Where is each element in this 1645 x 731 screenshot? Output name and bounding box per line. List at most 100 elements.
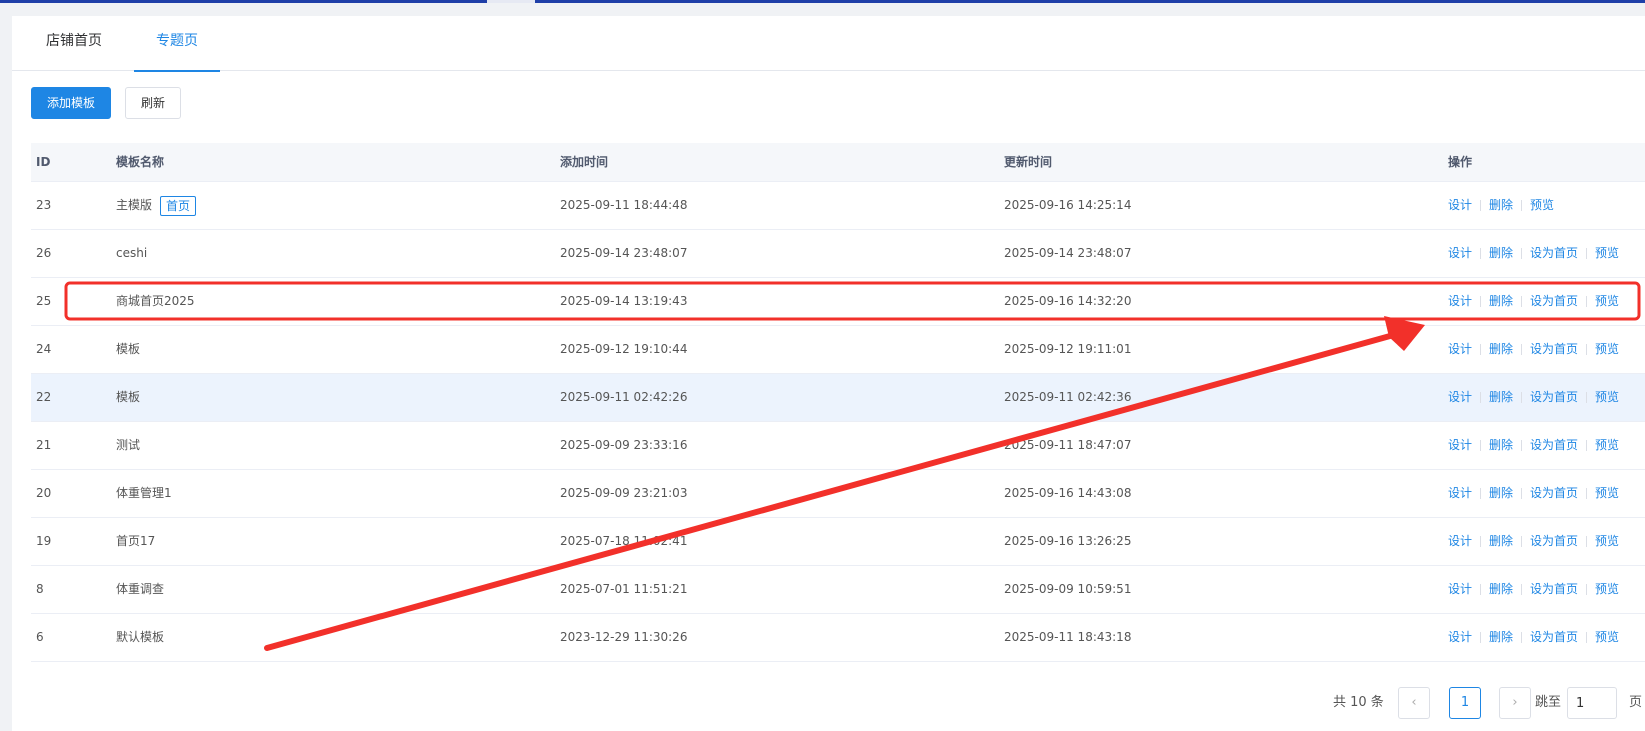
table-row: 6 默认模板 2023-12-29 11:30:26 2025-09-11 18… [31,614,1645,662]
divider [1521,632,1523,643]
design-link[interactable]: 设计 [1448,534,1472,548]
row-name: 体重调查 [116,582,165,596]
divider [1480,200,1482,211]
divider [1480,296,1482,307]
preview-link[interactable]: 预览 [1595,246,1619,260]
delete-link[interactable]: 删除 [1489,294,1513,308]
row-id: 19 [36,534,52,548]
design-link[interactable]: 设计 [1448,390,1472,404]
row-actions: 设计 删除 设为首页 预览 [1448,374,1619,421]
preview-link[interactable]: 预览 [1530,198,1554,212]
divider [1521,248,1523,259]
table-header: ID 模板名称 添加时间 更新时间 操作 [31,143,1645,182]
row-name-text: 主模版 [116,198,153,212]
row-added: 2025-09-12 19:10:44 [560,342,688,356]
divider [1480,632,1482,643]
set-home-link[interactable]: 设为首页 [1530,486,1578,500]
header-updated-time: 更新时间 [1004,155,1053,169]
divider [1480,344,1482,355]
row-id: 6 [36,630,44,644]
pagination: 共 10 条 ‹ 1 › 跳至 页 [12,687,1645,719]
set-home-link[interactable]: 设为首页 [1530,390,1578,404]
set-home-link[interactable]: 设为首页 [1530,246,1578,260]
set-home-link[interactable]: 设为首页 [1530,630,1578,644]
design-link[interactable]: 设计 [1448,246,1472,260]
row-id: 26 [36,246,52,260]
delete-link[interactable]: 删除 [1489,630,1513,644]
preview-link[interactable]: 预览 [1595,294,1619,308]
row-name: ceshi [116,246,148,260]
design-link[interactable]: 设计 [1448,486,1472,500]
row-actions: 设计 删除 设为首页 预览 [1448,326,1619,373]
divider [1480,536,1482,547]
divider [1586,488,1588,499]
divider [1586,392,1588,403]
design-link[interactable]: 设计 [1448,342,1472,356]
row-updated: 2025-09-11 02:42:36 [1004,390,1132,404]
delete-link[interactable]: 删除 [1489,534,1513,548]
add-template-button[interactable]: 添加模板 [31,87,111,119]
row-id: 23 [36,198,52,212]
set-home-link[interactable]: 设为首页 [1530,294,1578,308]
delete-link[interactable]: 删除 [1489,582,1513,596]
row-name: 首页17 [116,534,156,548]
preview-link[interactable]: 预览 [1595,486,1619,500]
preview-link[interactable]: 预览 [1595,630,1619,644]
delete-link[interactable]: 删除 [1489,390,1513,404]
preview-link[interactable]: 预览 [1595,390,1619,404]
delete-link[interactable]: 删除 [1489,438,1513,452]
tab-store-home[interactable]: 店铺首页 [46,16,102,71]
row-added: 2025-09-14 23:48:07 [560,246,688,260]
table-row: 26 ceshi 2025-09-14 23:48:07 2025-09-14 … [31,230,1645,278]
tab-topic-page[interactable]: 专题页 [134,16,220,72]
design-link[interactable]: 设计 [1448,630,1472,644]
row-updated: 2025-09-09 10:59:51 [1004,582,1132,596]
chevron-right-icon: › [1512,695,1518,710]
design-link[interactable]: 设计 [1448,294,1472,308]
table-row: 8 体重调查 2025-07-01 11:51:21 2025-09-09 10… [31,566,1645,614]
divider [1480,440,1482,451]
design-link[interactable]: 设计 [1448,198,1472,212]
preview-link[interactable]: 预览 [1595,438,1619,452]
row-name: 默认模板 [116,630,165,644]
delete-link[interactable]: 删除 [1489,198,1513,212]
row-name: 体重管理1 [116,486,172,500]
header-name: 模板名称 [116,155,165,169]
divider [1480,392,1482,403]
divider [1521,392,1523,403]
page-number-button[interactable]: 1 [1449,687,1481,719]
prev-page-button[interactable]: ‹ [1398,687,1430,719]
row-id: 21 [36,438,52,452]
divider [1480,488,1482,499]
delete-link[interactable]: 删除 [1489,246,1513,260]
row-actions: 设计 删除 预览 [1448,182,1554,229]
divider [1521,584,1523,595]
set-home-link[interactable]: 设为首页 [1530,534,1578,548]
chevron-left-icon: ‹ [1411,695,1417,710]
refresh-button[interactable]: 刷新 [125,87,181,119]
header-added-time: 添加时间 [560,155,609,169]
row-id: 8 [36,582,44,596]
preview-link[interactable]: 预览 [1595,342,1619,356]
preview-link[interactable]: 预览 [1595,582,1619,596]
delete-link[interactable]: 删除 [1489,342,1513,356]
set-home-link[interactable]: 设为首页 [1530,342,1578,356]
divider [1521,200,1523,211]
next-page-button[interactable]: › [1499,687,1531,719]
design-link[interactable]: 设计 [1448,582,1472,596]
content-card: 店铺首页 专题页 添加模板 刷新 ID 模板名称 添加时间 更新时间 操作 23… [12,16,1645,731]
set-home-link[interactable]: 设为首页 [1530,582,1578,596]
row-added: 2025-09-14 13:19:43 [560,294,688,308]
row-name: 主模版 首页 [116,182,197,229]
preview-link[interactable]: 预览 [1595,534,1619,548]
row-updated: 2025-09-11 18:43:18 [1004,630,1132,644]
divider [1521,440,1523,451]
row-actions: 设计 删除 设为首页 预览 [1448,230,1619,277]
delete-link[interactable]: 删除 [1489,486,1513,500]
row-name: 模板 [116,390,141,404]
table-row: 24 模板 2025-09-12 19:10:44 2025-09-12 19:… [31,326,1645,374]
header-operations: 操作 [1448,155,1473,169]
set-home-link[interactable]: 设为首页 [1530,438,1578,452]
page-jump-input[interactable] [1567,687,1617,719]
design-link[interactable]: 设计 [1448,438,1472,452]
